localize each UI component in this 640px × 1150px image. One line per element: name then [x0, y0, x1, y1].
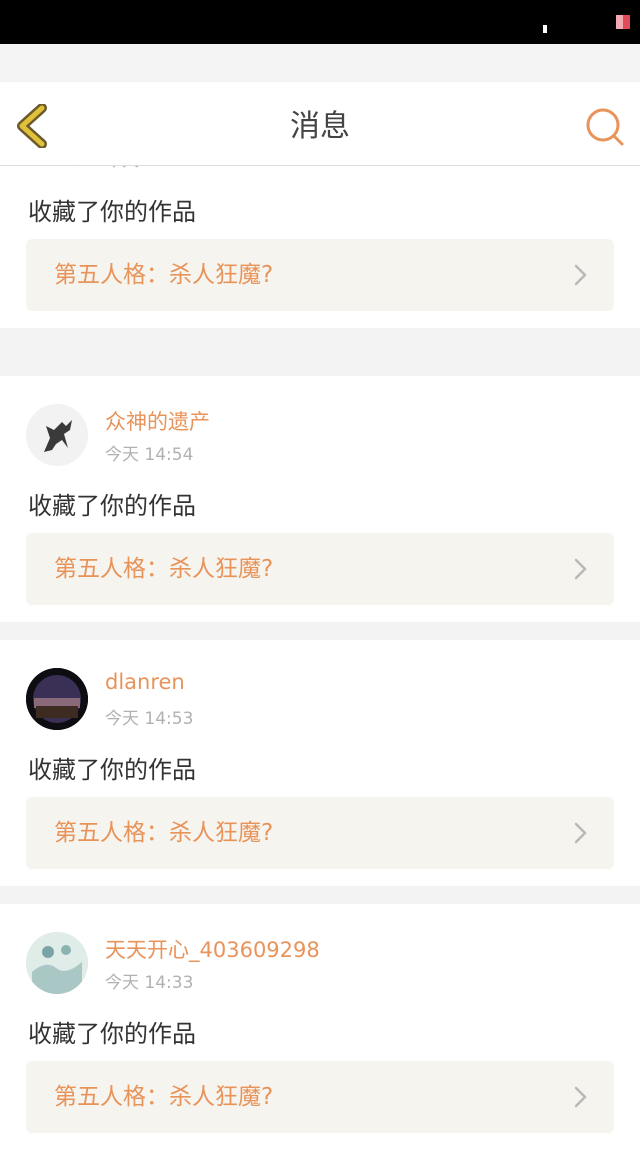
signal-icon: [543, 25, 547, 33]
work-link[interactable]: 第五人格：杀人狂魔?: [26, 533, 614, 605]
timestamp: 今天 14:54: [105, 445, 194, 465]
action-text: 收藏了你的作品: [28, 198, 196, 226]
action-text: 收藏了你的作品: [28, 756, 196, 784]
avatar[interactable]: [26, 404, 88, 466]
horse-avatar-image: [26, 404, 88, 466]
avatar[interactable]: [26, 668, 88, 730]
chevron-right-icon: [574, 558, 587, 580]
chevron-right-icon: [574, 264, 587, 286]
message-card: 天天开心_403609298 今天 14:33 收藏了你的作品 第五人格：杀人狂…: [0, 904, 640, 1150]
landscape-avatar-image: [26, 668, 88, 730]
status-bar: [0, 0, 640, 44]
timestamp: 今天 14:53: [105, 709, 194, 729]
work-link[interactable]: 第五人格：杀人狂魔?: [26, 1061, 614, 1133]
avatar[interactable]: [26, 932, 88, 994]
chevron-right-icon: [574, 1086, 587, 1108]
search-button[interactable]: [584, 106, 626, 148]
search-icon: [586, 108, 624, 146]
work-link[interactable]: 第五人格：杀人狂魔?: [26, 797, 614, 869]
action-text: 收藏了你的作品: [28, 492, 196, 520]
work-link[interactable]: 第五人格：杀人狂魔?: [26, 239, 614, 311]
message-card: 众神的遗产 今天 14:54 收藏了你的作品 第五人格：杀人狂魔?: [0, 376, 640, 622]
work-title: 第五人格：杀人狂魔?: [54, 262, 274, 288]
work-title: 第五人格：杀人狂魔?: [54, 820, 274, 846]
battery-icon: [616, 15, 630, 29]
page-title: 消息: [290, 109, 350, 144]
username[interactable]: dlanren: [105, 670, 185, 694]
illustration-avatar-image: [26, 932, 88, 994]
back-button[interactable]: [12, 103, 56, 149]
message-card: dlanren 今天 14:53 收藏了你的作品 第五人格：杀人狂魔?: [0, 640, 640, 886]
timestamp: 今天 14:33: [105, 973, 194, 993]
app-header: 消息: [0, 88, 640, 166]
work-title: 第五人格：杀人狂魔?: [54, 556, 274, 582]
chevron-right-icon: [574, 822, 587, 844]
action-text: 收藏了你的作品: [28, 1020, 196, 1048]
back-arrow-icon: [17, 103, 47, 149]
work-title: 第五人格：杀人狂魔?: [54, 1084, 274, 1110]
username[interactable]: 众神的遗产: [105, 406, 210, 436]
username[interactable]: 天天开心_403609298: [105, 934, 320, 964]
